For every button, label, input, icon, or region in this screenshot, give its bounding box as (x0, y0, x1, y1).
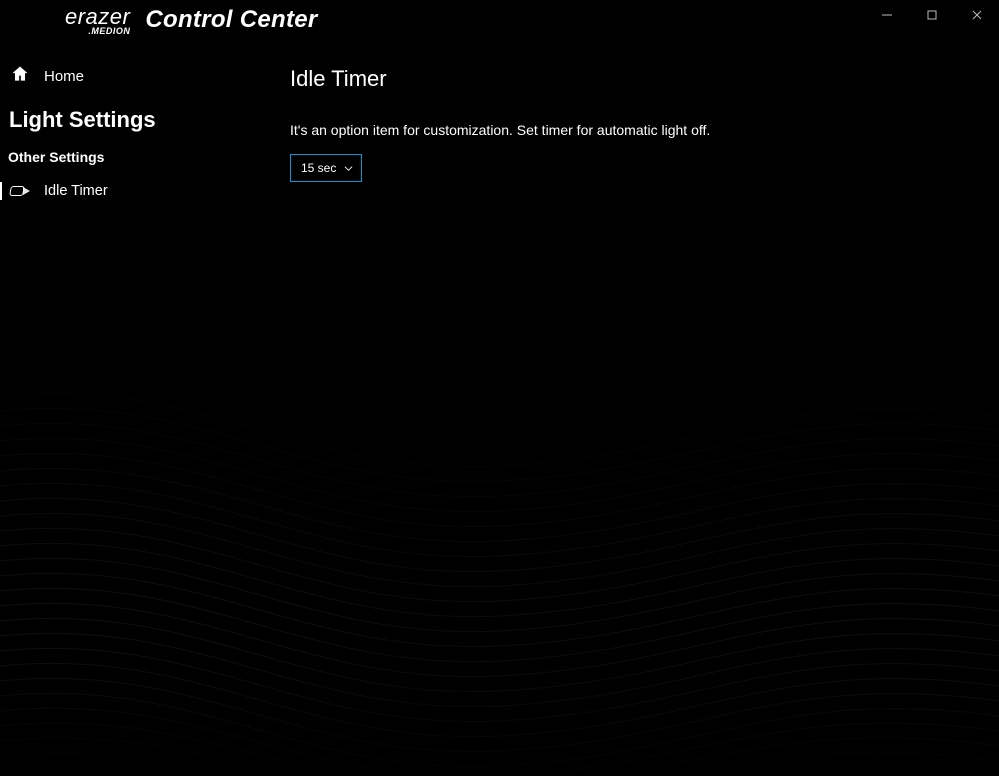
home-icon (10, 64, 30, 89)
maximize-button[interactable] (909, 0, 954, 30)
sidebar-item-label: Idle Timer (44, 183, 108, 199)
home-nav[interactable]: Home (8, 64, 260, 89)
titlebar: erazer .MEDION Control Center (0, 0, 999, 42)
idle-timer-select-value: 15 sec (301, 161, 336, 175)
chevron-down-icon (344, 164, 353, 173)
sidebar-section-title: Light Settings (8, 107, 260, 133)
page-description: It's an option item for customization. S… (290, 122, 999, 138)
sidebar-subsection-title: Other Settings (8, 149, 260, 165)
maximize-icon (927, 10, 937, 20)
app-title: Control Center (145, 6, 317, 34)
idle-timer-select[interactable]: 15 sec (290, 154, 362, 182)
sidebar: Home Light Settings Other Settings Idle … (0, 42, 260, 776)
main-panel: Idle Timer It's an option item for custo… (260, 42, 999, 776)
sidebar-item-idle-timer[interactable]: Idle Timer (8, 179, 260, 203)
brand-sub-text: .MEDION (88, 26, 130, 36)
close-icon (972, 10, 982, 20)
home-label: Home (44, 68, 84, 85)
minimize-button[interactable] (864, 0, 909, 30)
brand-top-text: erazer (65, 8, 130, 27)
content: Home Light Settings Other Settings Idle … (0, 42, 999, 776)
spotlight-icon (10, 184, 32, 198)
page-title: Idle Timer (290, 66, 999, 92)
close-button[interactable] (954, 0, 999, 30)
window-controls (864, 0, 999, 30)
brand-logo: erazer .MEDION (65, 0, 130, 36)
minimize-icon (882, 10, 892, 20)
